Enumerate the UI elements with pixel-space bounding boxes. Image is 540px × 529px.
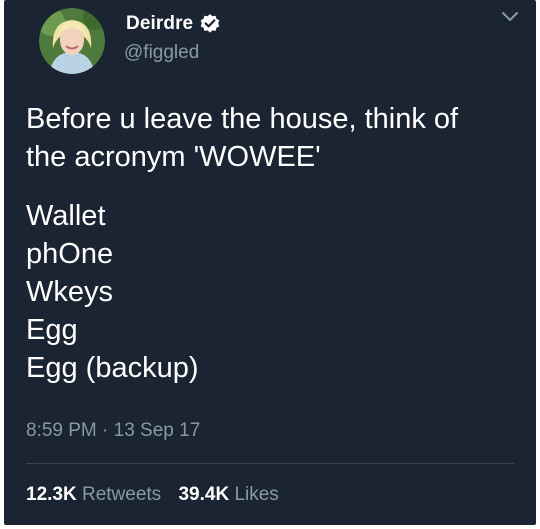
engagement-stats: 12.3K Retweets 39.4K Likes: [26, 484, 291, 506]
divider: [26, 463, 514, 464]
chevron-down-icon[interactable]: [500, 10, 520, 24]
user-handle[interactable]: @figgled: [124, 42, 199, 64]
retweets-count: 12.3K: [26, 484, 77, 505]
tweet-line: Wallet: [26, 200, 106, 232]
user-name[interactable]: Deirdre: [126, 13, 193, 35]
avatar[interactable]: [39, 8, 105, 74]
tweet-line: Egg: [26, 314, 78, 346]
likes-label: Likes: [234, 484, 279, 505]
tweet-line: Wkeys: [26, 276, 113, 308]
likes-count: 39.4K: [178, 484, 230, 505]
tweet-timestamp[interactable]: 8:59 PM · 13 Sep 17: [26, 420, 200, 442]
verified-badge-icon: [199, 13, 221, 35]
tweet-line: Egg (backup): [26, 352, 199, 384]
retweets-stat[interactable]: 12.3K Retweets: [26, 484, 166, 505]
avatar-image: [39, 8, 105, 74]
tweet-line: the acronym 'WOWEE': [26, 141, 321, 173]
tweet-line: Before u leave the house, think of: [26, 103, 459, 135]
tweet-line: phOne: [26, 238, 114, 270]
retweets-label: Retweets: [81, 484, 162, 505]
tweet-text: Before u leave the house, think of the a…: [26, 100, 526, 387]
user-name-row[interactable]: Deirdre: [126, 13, 221, 35]
tweet-card: Deirdre @figgled Before u leave the hous…: [4, 0, 536, 525]
likes-stat[interactable]: 39.4K Likes: [178, 484, 278, 505]
